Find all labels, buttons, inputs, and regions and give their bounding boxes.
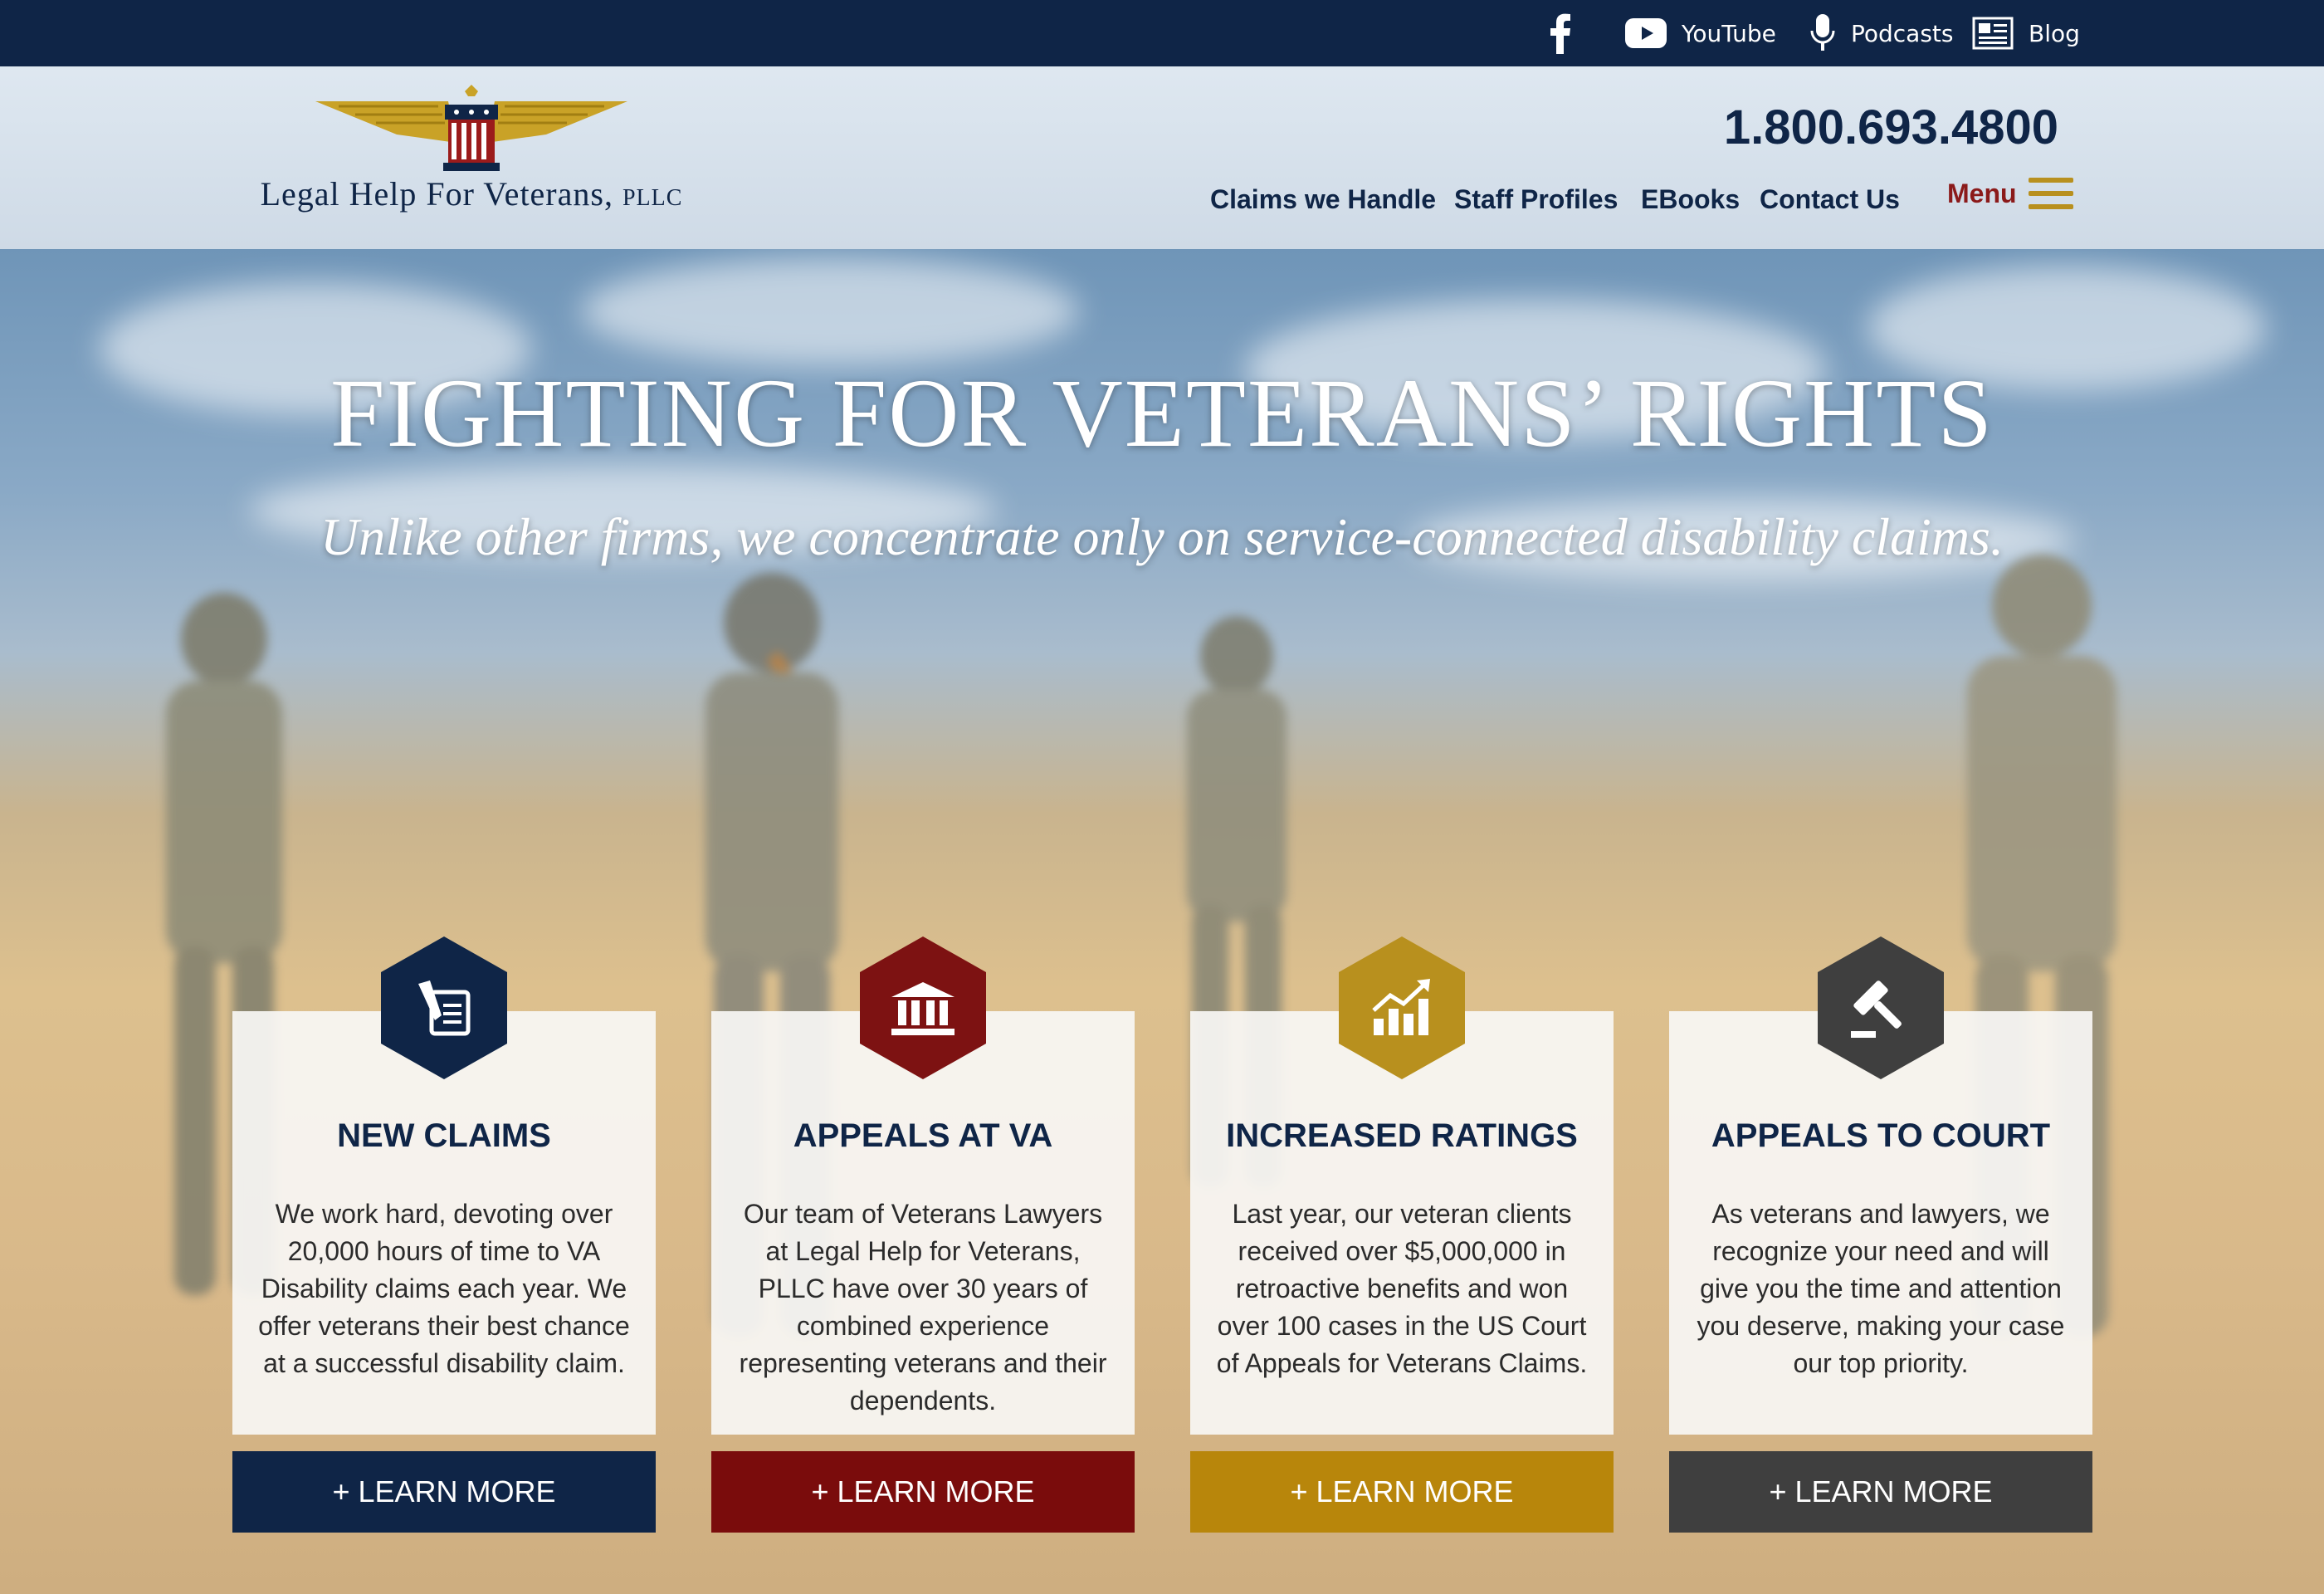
podcasts-label: Podcasts bbox=[1851, 19, 1954, 47]
youtube-label: YouTube bbox=[1682, 19, 1776, 47]
card-title: INCREASED RATINGS bbox=[1226, 1117, 1578, 1154]
nav-item-claims[interactable]: Claims we Handle bbox=[1210, 183, 1436, 216]
nav-ebooks-link[interactable]: EBooks bbox=[1641, 184, 1740, 215]
top-bar: YouTube Podcasts Blog bbox=[0, 0, 2324, 66]
hero-title: FIGHTING FOR VETERANS’ RIGHTS bbox=[330, 359, 1994, 467]
youtube-icon bbox=[1625, 18, 1667, 48]
logo-suffix: PLLC bbox=[622, 185, 683, 211]
nav-staff-link[interactable]: Staff Profiles bbox=[1454, 184, 1618, 215]
gavel-icon bbox=[1851, 980, 1902, 1038]
learn-more-button[interactable]: + LEARN MORE bbox=[1190, 1451, 1614, 1533]
nav-contact-link[interactable]: Contact Us bbox=[1760, 184, 1900, 215]
blog-label: Blog bbox=[2029, 19, 2080, 47]
facebook-icon bbox=[1550, 13, 1570, 54]
cloud-shape bbox=[581, 257, 1079, 365]
card-title: APPEALS AT VA bbox=[793, 1117, 1053, 1154]
site-header: Legal Help For Veterans, PLLC 1.800.693.… bbox=[0, 66, 2324, 249]
podcasts-link[interactable]: Podcasts bbox=[1809, 0, 1954, 66]
facebook-link[interactable] bbox=[1549, 0, 1572, 66]
logo-name: Legal Help For Veterans, bbox=[260, 175, 613, 213]
learn-more-button[interactable]: + LEARN MORE bbox=[1669, 1451, 2092, 1533]
learn-more-button[interactable]: + LEARN MORE bbox=[232, 1451, 656, 1533]
phone-number[interactable]: 1.800.693.4800 bbox=[1724, 100, 2058, 155]
hero-subtitle: Unlike other firms, we concentrate only … bbox=[320, 507, 2004, 566]
newspaper-icon bbox=[1972, 17, 2014, 50]
card-title: NEW CLAIMS bbox=[337, 1117, 551, 1154]
blog-link[interactable]: Blog bbox=[1972, 0, 2080, 66]
hamburger-icon bbox=[2028, 178, 2073, 209]
card-text: Our team of Veterans Lawyers at Legal He… bbox=[739, 1199, 1107, 1416]
chart-up-icon bbox=[1372, 979, 1430, 1035]
nav-item-staff[interactable]: Staff Profiles bbox=[1454, 183, 1618, 216]
learn-more-button[interactable]: + LEARN MORE bbox=[711, 1451, 1135, 1533]
nav-item-ebooks[interactable]: EBooks bbox=[1641, 183, 1740, 216]
site-logo[interactable]: Legal Help For Veterans, PLLC bbox=[231, 85, 712, 234]
courthouse-icon bbox=[891, 982, 954, 1035]
logo-text: Legal Help For Veterans, PLLC bbox=[231, 174, 712, 213]
card-text: Last year, our veteran clients received … bbox=[1216, 1199, 1588, 1378]
youtube-link[interactable]: YouTube bbox=[1625, 0, 1776, 66]
nav-claims-link[interactable]: Claims we Handle bbox=[1210, 184, 1436, 215]
menu-button[interactable]: Menu bbox=[1947, 178, 2073, 209]
menu-label: Menu bbox=[1947, 178, 2017, 208]
card-text: As veterans and lawyers, we recognize yo… bbox=[1697, 1199, 2065, 1378]
eagle-pillar-icon bbox=[315, 85, 627, 171]
microphone-icon bbox=[1810, 14, 1835, 51]
document-sign-icon bbox=[418, 980, 471, 1036]
nav-item-contact[interactable]: Contact Us bbox=[1760, 183, 1900, 216]
card-text: We work hard, devoting over 20,000 hours… bbox=[258, 1199, 630, 1378]
card-title: APPEALS TO COURT bbox=[1711, 1117, 2051, 1154]
